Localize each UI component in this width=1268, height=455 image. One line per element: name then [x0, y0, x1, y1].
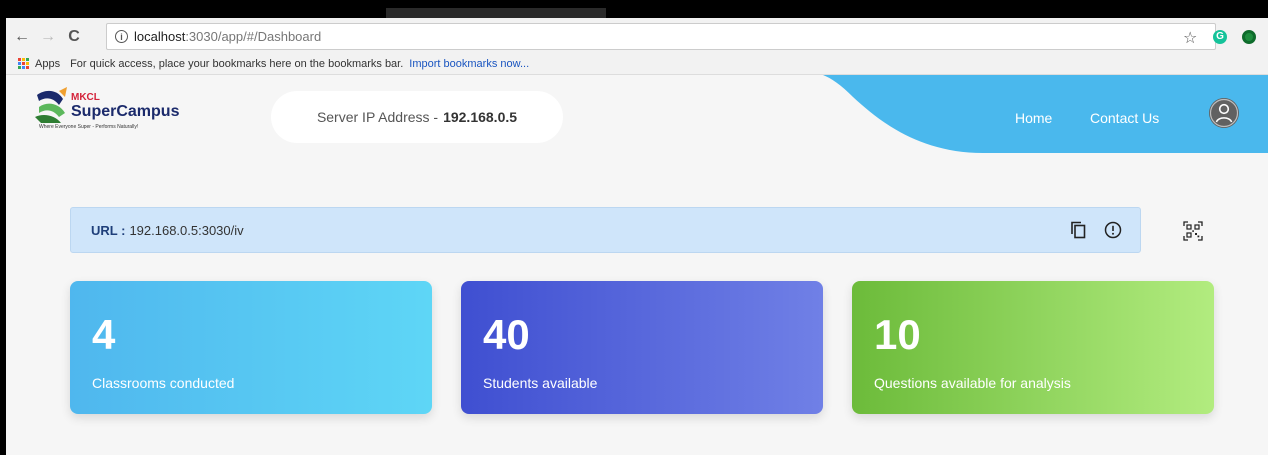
bookmarks-hint: For quick access, place your bookmarks h…: [70, 57, 404, 70]
server-ip-pill: Server IP Address - 192.168.0.5: [271, 91, 563, 143]
url-value: 192.168.0.5:3030/iv: [129, 222, 244, 238]
logo-mark-icon: [35, 87, 67, 123]
nav-home-link[interactable]: Home: [1015, 110, 1052, 126]
bookmarks-bar: Apps For quick access, place your bookma…: [6, 53, 1268, 75]
stat-value: 10: [874, 311, 921, 358]
url-bar: URL : 192.168.0.5:3030/iv: [70, 207, 1141, 253]
qr-code-icon[interactable]: [1183, 221, 1203, 241]
extension-icon[interactable]: [1242, 30, 1256, 44]
back-arrow-icon[interactable]: ←: [12, 28, 32, 46]
forward-arrow-icon[interactable]: →: [38, 28, 58, 46]
server-ip-value: 192.168.0.5: [443, 109, 518, 125]
stat-card-questions[interactable]: 10 Questions available for analysis: [852, 281, 1214, 414]
star-icon[interactable]: ☆: [1183, 28, 1197, 48]
server-ip-label: Server IP Address -: [316, 109, 439, 125]
user-avatar-icon[interactable]: [1209, 98, 1239, 128]
copy-icon[interactable]: [1070, 221, 1086, 239]
info-icon[interactable]: i: [115, 30, 128, 43]
browser-window: ← → C i localhost:3030/app/#/Dashboard ☆…: [6, 8, 1268, 455]
tab-strip: [6, 8, 1268, 18]
dashboard-page: MKCL SuperCampus Where Everyone Super - …: [6, 75, 1268, 455]
address-path: :3030/app/#/Dashboard: [185, 29, 322, 44]
stat-card-classrooms[interactable]: 4 Classrooms conducted: [70, 281, 432, 414]
import-bookmarks-link[interactable]: Import bookmarks now...: [409, 58, 529, 70]
address-host: localhost: [134, 29, 186, 44]
apps-link[interactable]: Apps: [35, 58, 60, 70]
browser-tab[interactable]: [386, 8, 606, 18]
grammarly-icon[interactable]: G: [1213, 30, 1227, 44]
apps-grid-icon[interactable]: [18, 58, 29, 69]
logo-brand-small: MKCL: [71, 92, 100, 103]
stat-label: Classrooms conducted: [92, 375, 235, 391]
stat-label: Questions available for analysis: [874, 375, 1071, 391]
reload-icon[interactable]: C: [64, 28, 84, 46]
stat-value: 4: [92, 311, 116, 358]
stat-card-students[interactable]: 40 Students available: [461, 281, 823, 414]
logo-tagline: Where Everyone Super - Performs Naturall…: [39, 124, 139, 130]
stat-label: Students available: [483, 375, 598, 391]
nav-contact-link[interactable]: Contact Us: [1090, 110, 1159, 126]
stat-value: 40: [483, 311, 530, 358]
address-bar[interactable]: i localhost:3030/app/#/Dashboard: [106, 23, 1216, 50]
url-label: URL :: [91, 222, 126, 238]
address-row: ← → C i localhost:3030/app/#/Dashboard ☆…: [6, 18, 1268, 56]
alert-circle-icon[interactable]: [1104, 221, 1122, 239]
logo-brand-name: SuperCampus: [71, 103, 180, 120]
supercampus-logo[interactable]: MKCL SuperCampus Where Everyone Super - …: [31, 87, 179, 147]
